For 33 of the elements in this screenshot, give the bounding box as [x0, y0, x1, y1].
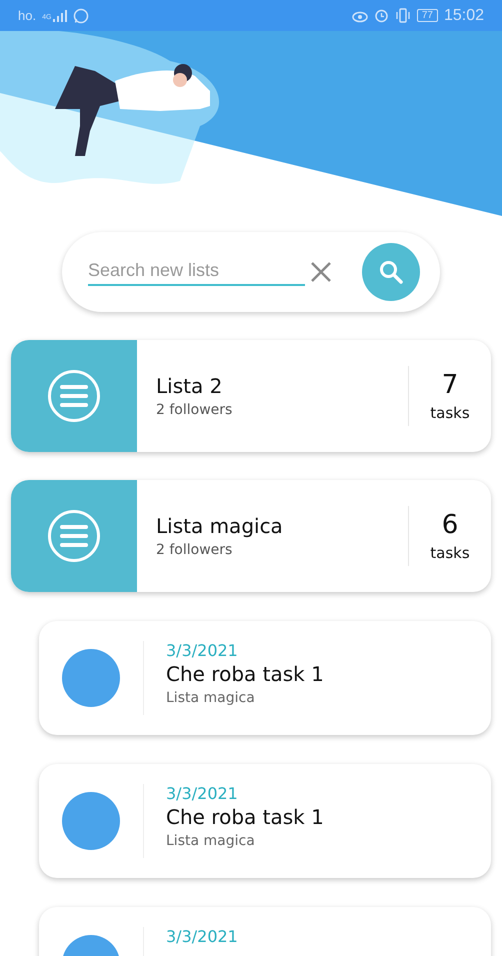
list-card[interactable]: Lista magica 2 followers 6 tasks	[11, 480, 491, 592]
task-card[interactable]: 3/3/2021 Che roba task 1 Lista magica	[39, 764, 491, 878]
task-date: 3/3/2021	[166, 641, 239, 660]
followers-count: 2 followers	[156, 542, 234, 558]
vibrate-icon	[394, 8, 411, 23]
list-name: Lista magica	[156, 514, 284, 538]
carrier-name: ho.	[18, 8, 36, 23]
task-count: 6	[442, 510, 458, 540]
followers-count: 2 followers	[156, 402, 234, 418]
task-dot	[61, 791, 121, 851]
list-icon	[47, 369, 101, 423]
alarm-icon	[374, 8, 389, 23]
task-dot	[61, 648, 121, 708]
task-list-name: Lista magica	[166, 690, 256, 706]
task-date: 3/3/2021	[166, 784, 239, 803]
task-title: Che roba task 1	[166, 662, 324, 686]
task-list-name: Lista magica	[166, 833, 256, 849]
clear-button[interactable]	[309, 260, 333, 284]
list-icon	[47, 509, 101, 563]
chat-icon	[73, 8, 90, 24]
clock: 15:02	[444, 6, 484, 24]
list-name: Lista 2	[156, 374, 224, 398]
battery-level: 77	[416, 9, 438, 22]
search-icon	[378, 259, 404, 285]
signal-icon	[53, 10, 68, 22]
close-icon	[309, 260, 333, 284]
task-count-label: tasks	[430, 544, 470, 562]
task-count: 7	[442, 370, 458, 400]
task-date: 3/3/2021	[166, 927, 238, 946]
task-count-label: tasks	[430, 404, 470, 422]
task-card[interactable]: 3/3/2021 Che roba task 1 Lista magica	[39, 621, 491, 735]
list-card[interactable]: Lista 2 2 followers 7 tasks	[11, 340, 491, 452]
task-title: Che roba task 1	[166, 805, 324, 829]
